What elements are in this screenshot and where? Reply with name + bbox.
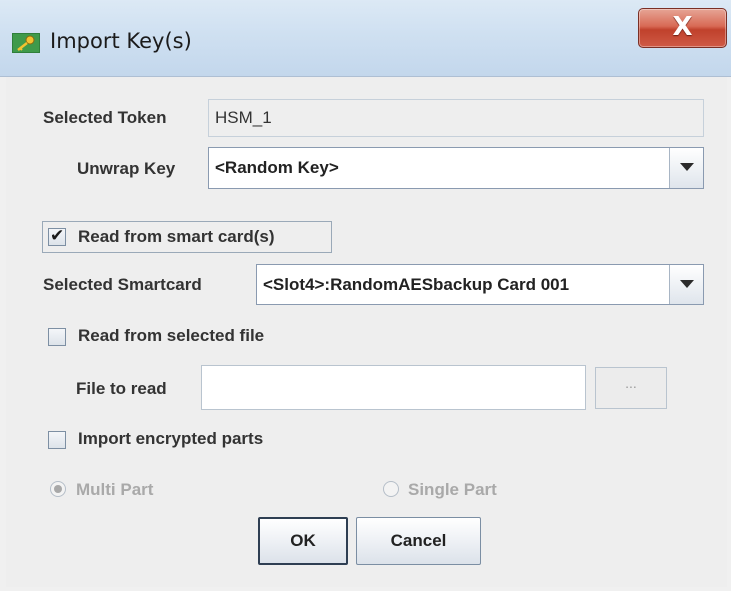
chevron-down-icon[interactable] (669, 265, 703, 304)
read-file-checkbox[interactable] (48, 328, 66, 346)
browse-label: ... (625, 375, 637, 391)
file-to-read-input[interactable] (201, 365, 586, 410)
unwrap-key-value: <Random Key> (215, 158, 339, 177)
import-encrypted-label[interactable]: Import encrypted parts (78, 429, 263, 449)
multi-part-radio[interactable] (50, 481, 66, 497)
title-bar[interactable]: Import Key(s) X (0, 0, 731, 77)
read-smart-card-label[interactable]: Read from smart card(s) (78, 227, 275, 247)
close-icon: X (672, 12, 693, 42)
close-button[interactable]: X (638, 8, 727, 48)
key-icon (12, 33, 40, 53)
selected-smartcard-dropdown[interactable]: <Slot4>:RandomAESbackup Card 001 (256, 264, 704, 305)
selected-token-value: HSM_1 (215, 108, 272, 127)
selected-smartcard-label: Selected Smartcard (43, 275, 202, 294)
checkmark-icon: ✔ (50, 226, 65, 246)
chevron-down-icon[interactable] (669, 148, 703, 188)
ok-button[interactable]: OK (258, 517, 348, 565)
browse-button[interactable]: ... (595, 367, 667, 409)
single-part-radio[interactable] (383, 481, 399, 497)
ok-label: OK (290, 531, 316, 550)
import-encrypted-checkbox[interactable] (48, 431, 66, 449)
selected-smartcard-value: <Slot4>:RandomAESbackup Card 001 (263, 274, 570, 294)
window-title: Import Key(s) (50, 29, 192, 53)
radio-selected-dot (54, 485, 62, 493)
cancel-label: Cancel (390, 531, 447, 550)
import-keys-dialog: Import Key(s) X Selected Token HSM_1 Unw… (0, 0, 731, 591)
selected-token-field: HSM_1 (208, 99, 704, 137)
multi-part-label[interactable]: Multi Part (76, 480, 153, 500)
selected-token-label: Selected Token (43, 108, 167, 127)
unwrap-key-label: Unwrap Key (77, 159, 176, 178)
single-part-label[interactable]: Single Part (408, 480, 497, 500)
read-smart-card-checkbox[interactable]: ✔ (48, 226, 66, 246)
read-file-label[interactable]: Read from selected file (78, 326, 264, 346)
dialog-body: Selected Token HSM_1 Unwrap Key <Random … (6, 77, 727, 587)
file-to-read-label: File to read (76, 379, 167, 398)
unwrap-key-dropdown[interactable]: <Random Key> (208, 147, 704, 189)
cancel-button[interactable]: Cancel (356, 517, 481, 565)
